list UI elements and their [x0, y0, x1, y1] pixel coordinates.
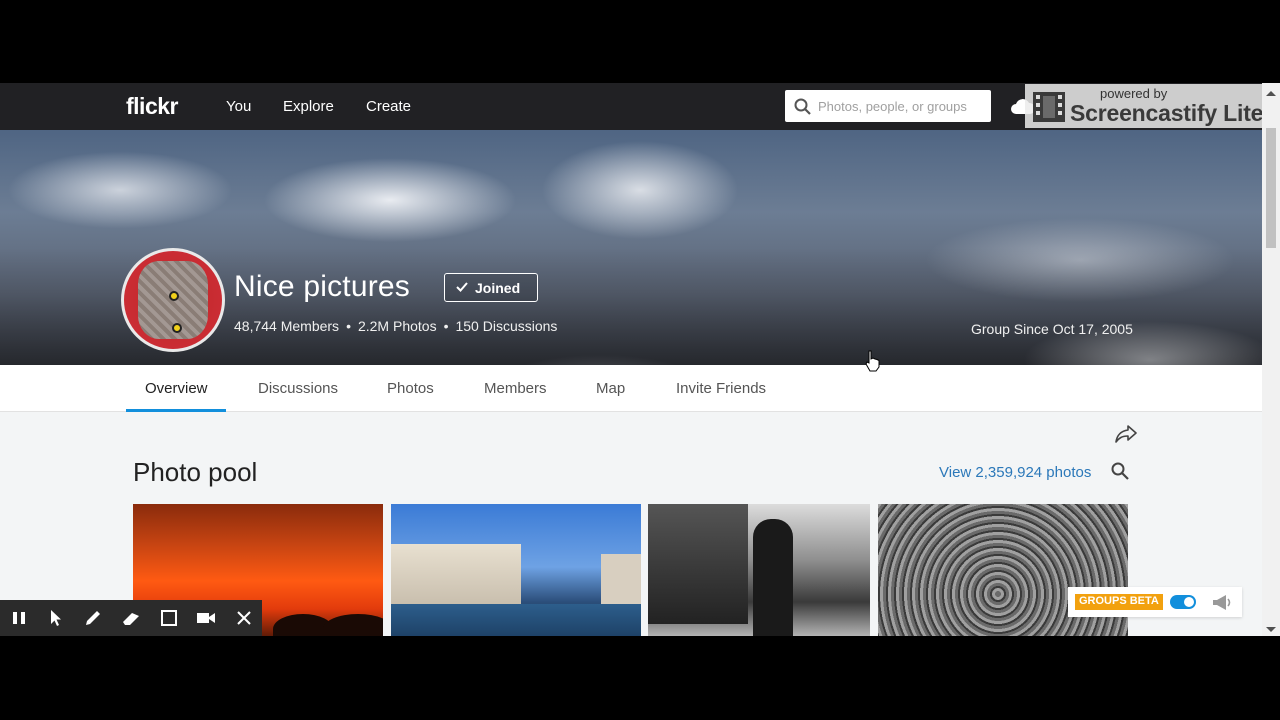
building [391, 544, 521, 604]
nav-you[interactable]: You [226, 98, 251, 115]
search-icon [794, 98, 811, 115]
joined-button[interactable]: Joined [444, 273, 538, 302]
building [601, 554, 641, 609]
checkmark-icon [456, 282, 468, 292]
nav-create[interactable]: Create [366, 98, 411, 115]
scrollbar-thumb[interactable] [1266, 128, 1276, 248]
watermark-title: Screencastify Lite [1070, 100, 1264, 126]
photo-thumbnail-street[interactable] [648, 504, 870, 636]
watermark-powered-by: powered by [1100, 86, 1168, 101]
eraser-icon[interactable] [121, 608, 141, 628]
pen-icon[interactable] [83, 608, 103, 628]
avatar-eye [172, 323, 182, 333]
flickr-logo[interactable]: flickr [126, 93, 178, 120]
screencastify-toolbar [0, 600, 262, 636]
tab-map[interactable]: Map [596, 380, 625, 397]
group-avatar[interactable] [121, 248, 225, 352]
screencastify-watermark: powered by Screencastify Lite [1025, 84, 1279, 128]
megaphone-icon[interactable] [1211, 592, 1233, 612]
rectangle-icon[interactable] [159, 608, 179, 628]
search-input[interactable] [818, 96, 986, 116]
tab-photos[interactable]: Photos [387, 380, 434, 397]
photos-count[interactable]: 2.2M Photos [358, 318, 437, 334]
share-icon[interactable] [1115, 424, 1137, 444]
screen: flickr You Explore Create powered by Scr… [0, 0, 1280, 720]
photo-pool-title: Photo pool [133, 457, 258, 487]
group-stats: 48,744 Members • 2.2M Photos • 150 Discussio… [234, 318, 557, 334]
tab-overview[interactable]: Overview [145, 380, 208, 397]
photo-thumbnail-venice[interactable] [391, 504, 641, 636]
groups-beta-label: GROUPS BETA [1075, 594, 1163, 610]
joined-label: Joined [475, 280, 521, 296]
canal-water [391, 604, 641, 636]
view-all-photos-link[interactable]: View 2,359,924 photos [939, 464, 1091, 481]
close-icon[interactable] [234, 608, 254, 628]
group-tabs: Overview Discussions Photos Members Map … [0, 365, 1262, 412]
group-since: Group Since Oct 17, 2005 [971, 321, 1133, 337]
members-count[interactable]: 48,744 Members [234, 318, 339, 334]
person-figure [753, 519, 793, 636]
storefront [648, 504, 748, 624]
tab-invite-friends[interactable]: Invite Friends [676, 380, 766, 397]
tree-silhouette [323, 614, 383, 636]
group-cover-photo: Nice pictures Joined 48,744 Members • 2.2M… [0, 130, 1262, 365]
groups-beta-widget: GROUPS BETA [1068, 587, 1242, 617]
search-box[interactable] [785, 90, 991, 122]
avatar-eye [169, 291, 179, 301]
scroll-up-arrow[interactable] [1266, 91, 1276, 96]
discussions-count[interactable]: 150 Discussions [455, 318, 557, 334]
scroll-down-arrow[interactable] [1266, 627, 1276, 632]
search-icon[interactable] [1111, 462, 1129, 480]
stats-separator: • [346, 318, 351, 334]
group-name: Nice pictures [234, 270, 410, 303]
groups-beta-toggle[interactable] [1170, 595, 1196, 609]
cursor-icon[interactable] [46, 608, 66, 628]
hand-cursor-icon [865, 350, 880, 372]
video-camera-icon[interactable] [196, 608, 216, 628]
tab-members[interactable]: Members [484, 380, 547, 397]
vertical-scrollbar[interactable] [1262, 83, 1280, 636]
pause-icon[interactable] [9, 608, 29, 628]
stats-separator: • [443, 318, 449, 334]
film-icon [1033, 92, 1065, 122]
nav-explore[interactable]: Explore [283, 98, 334, 115]
tab-discussions[interactable]: Discussions [258, 380, 338, 397]
